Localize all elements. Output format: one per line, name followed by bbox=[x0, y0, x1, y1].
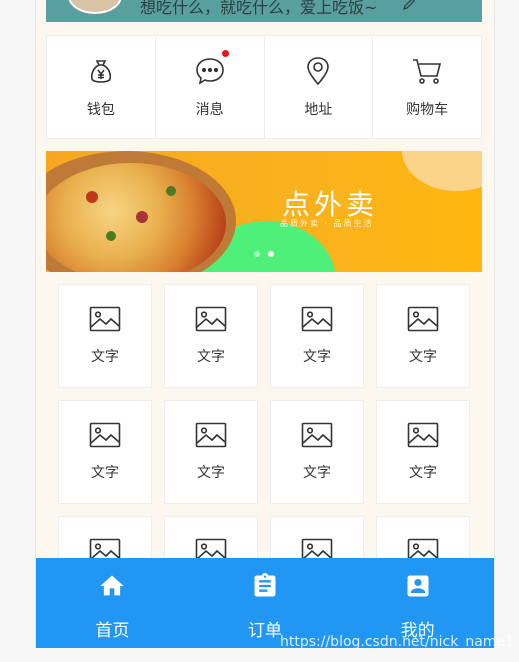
tab-label: 首页 bbox=[95, 621, 130, 641]
edit-icon[interactable] bbox=[402, 0, 416, 15]
image-icon bbox=[301, 306, 333, 336]
grid-item-label: 文字 bbox=[91, 465, 119, 481]
quick-item-label: 消息 bbox=[195, 102, 224, 118]
image-icon bbox=[195, 422, 227, 452]
app-screen: 想吃什么，就吃什么，爱上吃饭~ 钱包 消息 地址 购物车 点外卖 品质外卖 · … bbox=[35, 0, 495, 648]
message-icon bbox=[194, 55, 226, 91]
header-slogan: 想吃什么，就吃什么，爱上吃饭~ bbox=[140, 0, 378, 17]
grid-item[interactable]: 文字 bbox=[270, 284, 364, 388]
quick-item-cart[interactable]: 购物车 bbox=[373, 36, 481, 138]
banner-subtitle: 品质外卖 · 品质生活 bbox=[280, 219, 374, 228]
quick-item-address[interactable]: 地址 bbox=[265, 36, 374, 138]
avatar[interactable] bbox=[68, 0, 122, 14]
grid-item[interactable]: 文字 bbox=[270, 400, 364, 504]
grid-item-label: 文字 bbox=[303, 349, 331, 365]
grid-item[interactable]: 文字 bbox=[58, 400, 152, 504]
banner-title: 点外卖 bbox=[282, 188, 379, 221]
account-icon bbox=[404, 572, 432, 604]
image-icon bbox=[301, 422, 333, 452]
grid-item-label: 文字 bbox=[409, 349, 437, 365]
grid-item[interactable]: 文字 bbox=[164, 400, 258, 504]
image-icon bbox=[407, 422, 439, 452]
watermark-text: https://blog.csdn.net/nick_name1 bbox=[280, 634, 514, 650]
grid-item[interactable]: 文字 bbox=[376, 400, 470, 504]
grid-item[interactable]: 文字 bbox=[164, 284, 258, 388]
unread-badge bbox=[221, 50, 229, 57]
image-icon bbox=[407, 306, 439, 336]
quick-item-wallet[interactable]: 钱包 bbox=[47, 36, 156, 138]
grid-item-label: 文字 bbox=[197, 349, 225, 365]
grid-item-label: 文字 bbox=[303, 465, 331, 481]
cart-icon bbox=[411, 55, 443, 91]
profile-header: 想吃什么，就吃什么，爱上吃饭~ bbox=[46, 0, 482, 22]
quick-item-label: 地址 bbox=[304, 102, 333, 118]
grid-item-label: 文字 bbox=[409, 465, 437, 481]
tab-home[interactable]: 首页 bbox=[36, 558, 189, 648]
grid-item[interactable]: 文字 bbox=[376, 284, 470, 388]
image-icon bbox=[89, 306, 121, 336]
grid-item-label: 文字 bbox=[197, 465, 225, 481]
grid-item-label: 文字 bbox=[91, 349, 119, 365]
promo-banner[interactable]: 点外卖 品质外卖 · 品质生活 bbox=[46, 151, 482, 272]
wallet-icon bbox=[85, 55, 117, 91]
carousel-indicator[interactable] bbox=[254, 251, 260, 257]
location-icon bbox=[302, 55, 334, 91]
quick-menu: 钱包 消息 地址 购物车 bbox=[46, 35, 482, 139]
clipboard-icon bbox=[251, 572, 279, 604]
image-icon bbox=[195, 306, 227, 336]
home-icon bbox=[98, 572, 126, 604]
quick-item-label: 购物车 bbox=[406, 102, 449, 118]
grid-item[interactable]: 文字 bbox=[58, 284, 152, 388]
tab-label: 订单 bbox=[248, 621, 282, 641]
carousel-indicator-active[interactable] bbox=[268, 251, 274, 257]
quick-item-label: 钱包 bbox=[86, 102, 115, 118]
quick-item-message[interactable]: 消息 bbox=[156, 36, 265, 138]
image-icon bbox=[89, 422, 121, 452]
